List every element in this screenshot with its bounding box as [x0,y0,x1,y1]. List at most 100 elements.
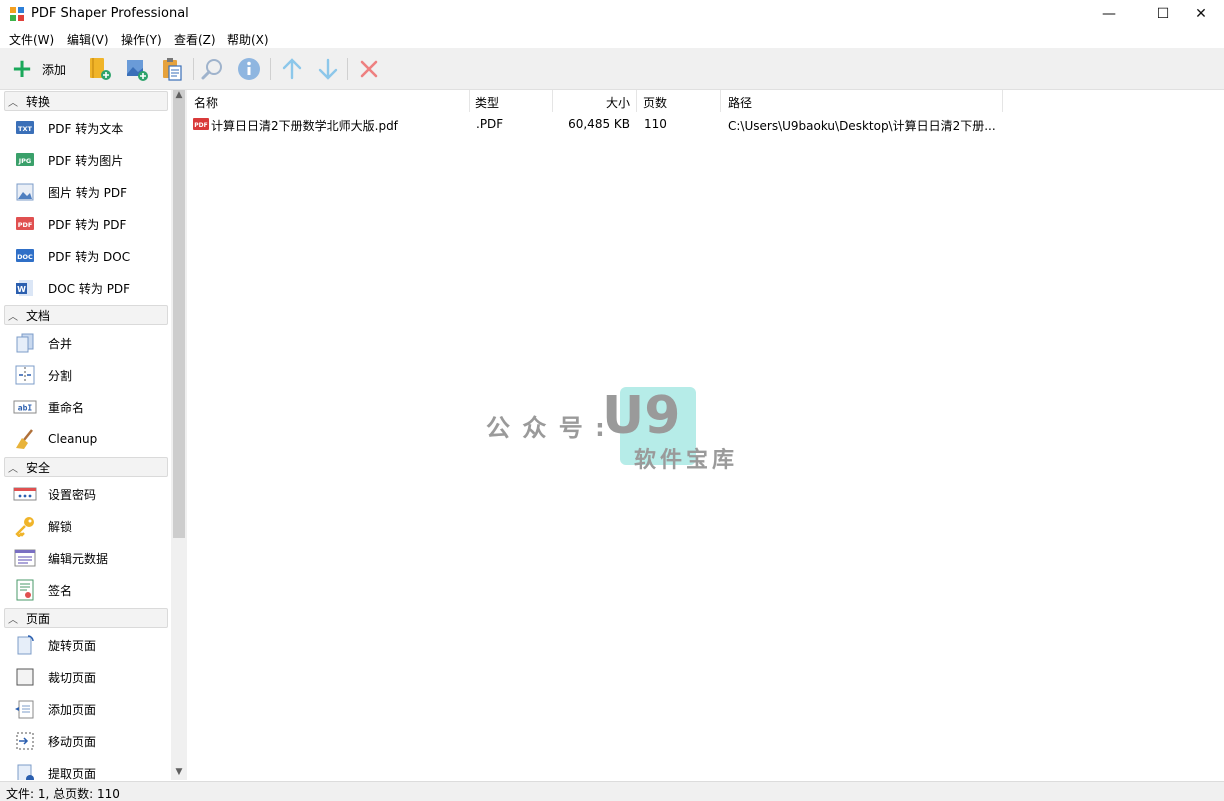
column-header-size[interactable]: 大小 [554,90,637,112]
toolbar-separator [193,58,194,80]
sidebar-item-pdf-to-text[interactable]: TXT PDF 转为文本 [12,113,168,143]
sidebar-item-doc-to-pdf[interactable]: W DOC 转为 PDF [12,273,168,303]
svg-text:TXT: TXT [18,125,32,133]
scrollbar-thumb[interactable] [173,90,185,538]
status-text: 文件: 1, 总页数: 110 [6,787,120,801]
svg-text:DOC: DOC [17,253,33,261]
sidebar-item-label: PDF 转为 PDF [48,217,127,232]
add-button[interactable]: + 添加 [8,55,78,83]
info-icon [238,58,260,80]
status-bar: 文件: 1, 总页数: 110 [0,781,1224,801]
sidebar-item-split[interactable]: 分割 [12,360,168,390]
search-icon [201,59,222,80]
sidebar-item-cleanup[interactable]: Cleanup [12,424,168,454]
column-header-name[interactable]: 名称 [194,90,470,112]
sidebar-item-merge[interactable]: 合并 [12,328,168,358]
app-logo-icon [10,7,24,21]
minimize-button[interactable]: — [1086,0,1132,28]
sidebar-item-add-pages[interactable]: 添加页面 [12,694,168,724]
sidebar-item-rename[interactable]: abI 重命名 [12,392,168,422]
menu-action[interactable]: 操作(Y) [121,31,162,48]
sidebar-item-label: PDF 转为 DOC [48,249,131,264]
sidebar-item-label: 重命名 [48,400,85,415]
doc-file-icon: DOC [12,245,38,267]
file-path: C:\Users\U9baoku\Desktop\计算日日清2下册... [728,119,996,133]
move-down-button[interactable] [314,55,342,83]
svg-text:abI: abI [18,404,33,413]
move-up-icon [282,58,302,80]
sidebar-item-edit-metadata[interactable]: 编辑元数据 [12,543,168,573]
crop-page-icon [12,666,38,688]
sidebar-item-label: 编辑元数据 [48,551,109,566]
sidebar-item-label: 合并 [48,336,73,351]
file-type: .PDF [476,117,504,131]
image-file-icon [12,181,38,203]
scroll-up-arrow[interactable]: ▲ [171,90,187,106]
sidebar-item-label: 移动页面 [48,734,97,749]
sidebar-item-label: 分割 [48,368,73,383]
paste-button[interactable] [159,55,187,83]
section-header-security[interactable]: ︿ 安全 [4,457,168,477]
key-icon [12,515,38,537]
menu-view[interactable]: 查看(Z) [174,31,216,48]
sidebar-item-unlock[interactable]: 解锁 [12,511,168,541]
password-icon [12,483,38,505]
menu-help[interactable]: 帮助(X) [227,31,269,48]
toolbar-separator [270,58,271,80]
close-button[interactable]: ✕ [1178,0,1224,28]
sidebar-item-label: 签名 [48,583,73,598]
scroll-down-arrow[interactable]: ▼ [171,764,187,780]
column-header-path[interactable]: 路径 [728,90,1003,112]
metadata-icon [12,547,38,569]
remove-button[interactable] [355,55,383,83]
file-pages: 110 [644,117,667,131]
move-page-icon [12,730,38,752]
add-image-icon [127,60,148,81]
section-header-document[interactable]: ︿ 文档 [4,305,168,325]
search-button[interactable] [199,55,227,83]
move-up-button[interactable] [278,55,306,83]
window-title: PDF Shaper Professional [31,6,189,21]
toolbar-separator [347,58,348,80]
sidebar-item-signature[interactable]: 签名 [12,575,168,605]
sidebar-scrollbar[interactable]: ▲ ▼ [171,90,187,780]
title-bar: PDF Shaper Professional — ☐ ✕ [0,0,1224,28]
sidebar-item-extract-pages[interactable]: 提取页面 [12,758,168,780]
sidebar-item-label: PDF 转为文本 [48,121,124,136]
file-size: 60,485 KB [568,117,630,131]
column-header-pages[interactable]: 页数 [643,90,721,112]
svg-text:PDF: PDF [194,122,207,129]
sidebar-item-label: 图片 转为 PDF [48,185,128,200]
sidebar-item-crop-pages[interactable]: 裁切页面 [12,662,168,692]
watermark-prefix: 公 众 号 : [486,414,607,442]
column-header-type[interactable]: 类型 [475,90,553,112]
sidebar-item-label: 设置密码 [48,487,97,502]
section-header-pages[interactable]: ︿ 页面 [4,608,168,628]
sidebar-item-image-to-pdf[interactable]: 图片 转为 PDF [12,177,168,207]
section-header-convert[interactable]: ︿ 转换 [4,91,168,111]
watermark: 公 众 号 : U9 软件宝库 [486,386,746,476]
menu-edit[interactable]: 编辑(V) [67,31,109,48]
paste-icon [163,58,182,81]
add-folder-button[interactable] [86,55,114,83]
sidebar-item-label: PDF 转为图片 [48,153,124,168]
pdf-file-icon: PDF [193,118,209,130]
sidebar-item-rotate-pages[interactable]: 旋转页面 [12,630,168,660]
add-page-icon [12,698,38,720]
sidebar-item-pdf-to-image[interactable]: JPG PDF 转为图片 [12,145,168,175]
extract-page-icon [12,762,38,780]
svg-text:PDF: PDF [18,221,33,229]
info-button[interactable] [235,55,263,83]
section-title: 安全 [26,460,51,475]
menu-file[interactable]: 文件(W) [9,31,54,48]
sidebar-item-pdf-to-doc[interactable]: DOC PDF 转为 DOC [12,241,168,271]
sidebar-item-pdf-to-pdf[interactable]: PDF PDF 转为 PDF [12,209,168,239]
section-title: 转换 [26,94,51,109]
file-row[interactable]: PDF 计算日日清2下册数学北师大版.pdf .PDF 60,485 KB 11… [187,114,1007,134]
sidebar-item-label: 添加页面 [48,702,97,717]
watermark-logo: U9 [602,386,681,446]
sidebar-item-set-password[interactable]: 设置密码 [12,479,168,509]
add-image-button[interactable] [123,55,151,83]
toolbar: + 添加 [0,48,1224,90]
sidebar-item-move-pages[interactable]: 移动页面 [12,726,168,756]
